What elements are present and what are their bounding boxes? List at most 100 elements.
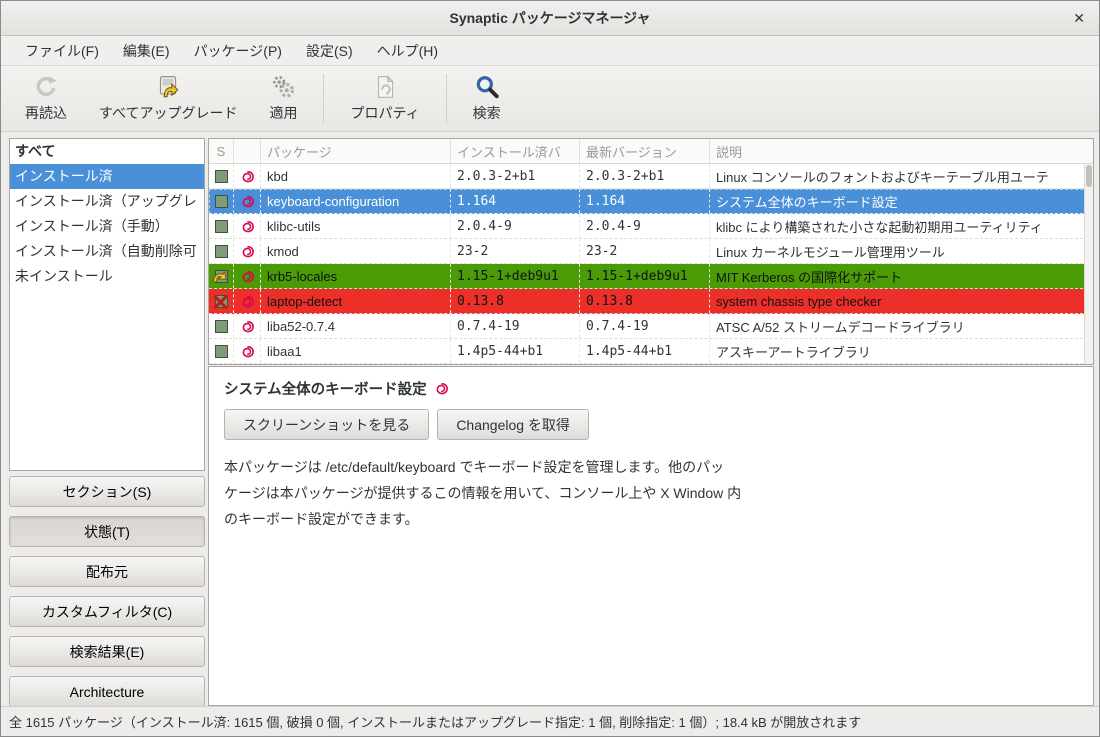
filter-item-installed[interactable]: インストール済 — [10, 164, 204, 189]
filter-item-installed-manual[interactable]: インストール済（手動） — [10, 214, 204, 239]
latest-version: 1.15-1+deb9u1 — [580, 264, 710, 288]
column-header-package[interactable]: パッケージ — [261, 139, 451, 163]
toolbar: 再読込 すべてアップグレード 適用 プロパティ — [1, 66, 1099, 132]
debian-swirl-icon — [234, 214, 261, 238]
table-row[interactable]: libaa1 1.4p5-44+b1 1.4p5-44+b1 アスキーアートライ… — [209, 339, 1093, 364]
menu-help[interactable]: ヘルプ(H) — [365, 37, 450, 65]
scrollbar-thumb[interactable] — [1086, 165, 1092, 187]
debian-swirl-icon — [234, 289, 261, 313]
latest-version: 23-2 — [580, 239, 710, 263]
toolbar-separator — [323, 74, 324, 124]
latest-version: 0.7.4-19 — [580, 314, 710, 338]
latest-version: 2.0.3-2+b1 — [580, 164, 710, 188]
apply-button[interactable]: 適用 — [253, 69, 313, 128]
package-description: Linux カーネルモジュール管理用ツール — [710, 239, 1093, 263]
package-description: system chassis type checker — [710, 289, 1093, 313]
close-icon[interactable]: ✕ — [1073, 10, 1085, 26]
column-header-latest-version[interactable]: 最新バージョン — [580, 139, 710, 163]
properties-label: プロパティ — [350, 103, 419, 123]
search-icon — [474, 74, 500, 100]
details-description-line: ケージは本パッケージが提供するこの情報を用いて、コンソール上や X Window… — [224, 480, 884, 506]
package-description: アスキーアートライブラリ — [710, 339, 1093, 363]
package-description: klibc により構築された小さな起動初期用ユーティリティ — [710, 214, 1093, 238]
reload-icon — [33, 74, 59, 100]
apply-gears-icon — [270, 74, 296, 100]
properties-button[interactable]: プロパティ — [334, 69, 435, 128]
package-description: システム全体のキーボード設定 — [710, 189, 1093, 213]
origin-view-button[interactable]: 配布元 — [9, 556, 205, 587]
package-description: MIT Kerberos の国際化サポート — [710, 264, 1093, 288]
status-installed-icon — [209, 339, 234, 363]
table-row[interactable]: liba52-0.7.4 0.7.4-19 0.7.4-19 ATSC A/52… — [209, 314, 1093, 339]
view-screenshot-button[interactable]: スクリーンショットを見る — [224, 409, 429, 440]
status-installed-icon — [209, 314, 234, 338]
table-row-marked-removal[interactable]: laptop-detect 0.13.8 0.13.8 system chass… — [209, 289, 1093, 314]
package-name: laptop-detect — [261, 289, 451, 313]
table-row[interactable]: klibc-utils 2.0.4-9 2.0.4-9 klibc により構築さ… — [209, 214, 1093, 239]
installed-version: 0.13.8 — [451, 289, 580, 313]
upgrade-all-label: すべてアップグレード — [99, 103, 237, 123]
status-marked-removal-icon — [209, 289, 234, 313]
table-row-selected[interactable]: keyboard-configuration 1.164 1.164 システム全… — [209, 189, 1093, 214]
search-label: 検索 — [473, 103, 501, 123]
get-changelog-button[interactable]: Changelog を取得 — [437, 409, 589, 440]
package-name: klibc-utils — [261, 214, 451, 238]
status-installed-icon — [209, 164, 234, 188]
menu-edit[interactable]: 編集(E) — [111, 37, 182, 65]
reload-label: 再読込 — [25, 103, 67, 123]
search-results-view-button[interactable]: 検索結果(E) — [9, 636, 205, 667]
filter-item-not-installed[interactable]: 未インストール — [10, 264, 204, 289]
column-header-description[interactable]: 説明 — [710, 139, 1093, 163]
status-installed-icon — [209, 189, 234, 213]
debian-swirl-icon — [234, 314, 261, 338]
installed-version: 1.15-1+deb9u1 — [451, 264, 580, 288]
debian-swirl-icon — [234, 189, 261, 213]
table-row[interactable]: kmod 23-2 23-2 Linux カーネルモジュール管理用ツール — [209, 239, 1093, 264]
properties-icon — [372, 74, 398, 100]
status-view-button[interactable]: 状態(T) — [9, 516, 205, 547]
apply-label: 適用 — [269, 103, 297, 123]
column-header-installed-version[interactable]: インストール済バ — [451, 139, 580, 163]
package-name: krb5-locales — [261, 264, 451, 288]
installed-version: 0.7.4-19 — [451, 314, 580, 338]
status-filter-list: すべて インストール済 インストール済（アップグレ インストール済（手動） イン… — [9, 138, 205, 471]
column-header-supported[interactable] — [234, 139, 261, 163]
filter-item-installed-autoremovable[interactable]: インストール済（自動削除可 — [10, 239, 204, 264]
menu-settings[interactable]: 設定(S) — [294, 37, 365, 65]
statusbar-summary-text: 全 1615 パッケージ（インストール済: 1615 個, 破損 0 個, イン… — [9, 712, 861, 731]
search-button[interactable]: 検索 — [457, 69, 517, 128]
upgrade-all-button[interactable]: すべてアップグレード — [83, 69, 253, 128]
installed-version: 23-2 — [451, 239, 580, 263]
menu-file[interactable]: ファイル(F) — [13, 37, 111, 65]
synaptic-window: Synaptic パッケージマネージャ ✕ ファイル(F) 編集(E) パッケー… — [0, 0, 1100, 737]
details-description-line: 本パッケージは /etc/default/keyboard でキーボード設定を管… — [224, 454, 884, 480]
debian-swirl-icon — [434, 381, 449, 396]
menu-package[interactable]: パッケージ(P) — [182, 37, 294, 65]
package-name: keyboard-configuration — [261, 189, 451, 213]
architecture-view-button[interactable]: Architecture — [9, 676, 205, 707]
filter-item-all[interactable]: すべて — [10, 139, 204, 164]
main-area: すべて インストール済 インストール済（アップグレ インストール済（手動） イン… — [1, 133, 1099, 706]
details-title: システム全体のキーボード設定 — [224, 378, 427, 399]
latest-version: 1.164 — [580, 189, 710, 213]
debian-swirl-icon — [234, 164, 261, 188]
sections-view-button[interactable]: セクション(S) — [9, 476, 205, 507]
table-vertical-scrollbar[interactable] — [1084, 164, 1093, 364]
latest-version: 0.13.8 — [580, 289, 710, 313]
installed-version: 2.0.4-9 — [451, 214, 580, 238]
latest-version: 2.0.4-9 — [580, 214, 710, 238]
window-title: Synaptic パッケージマネージャ — [450, 8, 651, 28]
custom-filters-view-button[interactable]: カスタムフィルタ(C) — [9, 596, 205, 627]
package-name: liba52-0.7.4 — [261, 314, 451, 338]
status-installed-icon — [209, 239, 234, 263]
filter-item-installed-upgradable[interactable]: インストール済（アップグレ — [10, 189, 204, 214]
installed-version: 1.4p5-44+b1 — [451, 339, 580, 363]
details-description-line: のキーボード設定ができます。 — [224, 506, 884, 532]
column-header-status[interactable]: S — [209, 139, 234, 163]
table-row[interactable]: kbd 2.0.3-2+b1 2.0.3-2+b1 Linux コンソールのフォ… — [209, 164, 1093, 189]
status-marked-upgrade-icon — [209, 264, 234, 288]
details-description: 本パッケージは /etc/default/keyboard でキーボード設定を管… — [224, 454, 884, 532]
reload-button[interactable]: 再読込 — [9, 69, 83, 128]
package-name: libaa1 — [261, 339, 451, 363]
table-row-marked-upgrade[interactable]: krb5-locales 1.15-1+deb9u1 1.15-1+deb9u1… — [209, 264, 1093, 289]
